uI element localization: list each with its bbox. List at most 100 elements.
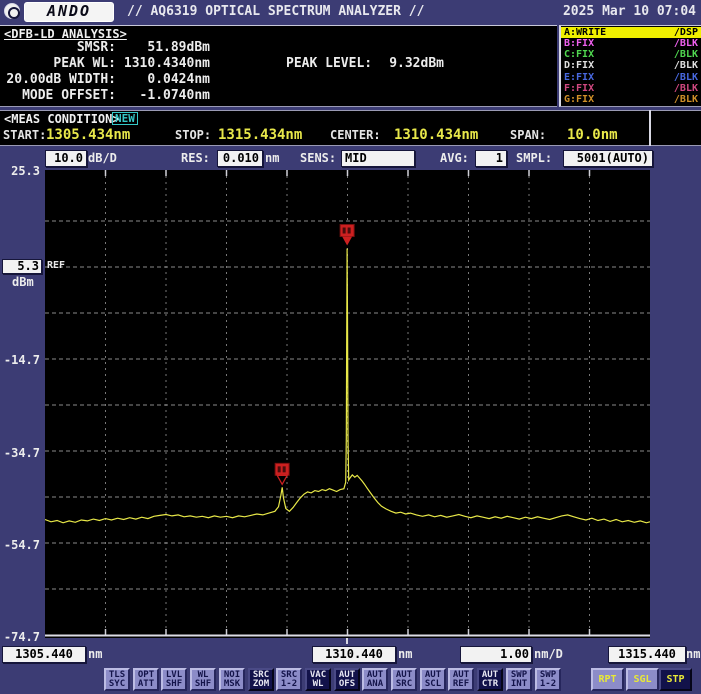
softkey-wl-shf[interactable]: WLSHF <box>190 668 216 691</box>
analysis-row-label: MODE OFFSET: <box>0 88 116 104</box>
meas-field-value: 1310.434nm <box>394 127 478 143</box>
analysis-row-value: 1310.4340nm <box>116 56 210 72</box>
meas-field-value: 10.0nm <box>567 127 618 143</box>
yaxis-top-label: 25.3 <box>0 164 40 178</box>
trace-row-G: G:FIX/BLK <box>561 94 701 105</box>
meas-field-label: START: <box>3 128 46 142</box>
analysis-row-value: 51.89dBm <box>116 40 210 56</box>
yaxis-tick-label: -14.7 <box>0 353 40 367</box>
softkey-label-bottom: SHF <box>163 680 185 689</box>
xaxis-scale-value: 1.00 <box>460 646 532 663</box>
softkey-label-bottom: MSK <box>221 680 243 689</box>
softkey-label-bottom: REF <box>450 680 472 689</box>
trace-row-B: B:FIX/BLK <box>561 38 701 49</box>
softkey-opt-att[interactable]: OPTATT <box>133 668 159 691</box>
avg-value: 1 <box>475 150 507 167</box>
trace-name: E:FIX <box>564 72 594 83</box>
trace-row-C: C:FIX/BLK <box>561 49 701 60</box>
meas-field-label: SPAN: <box>510 128 546 142</box>
trace-mode: /BLK <box>674 94 698 105</box>
analysis-row-label: PEAK WL: <box>0 56 116 72</box>
meas-field-label: STOP: <box>175 128 211 142</box>
softkey-aut-src[interactable]: AUTSRC <box>391 668 417 691</box>
trace-mode: /BLK <box>674 83 698 94</box>
softkey-label-bottom: 1-2 <box>278 680 300 689</box>
softkey-label-bottom: SHF <box>192 680 214 689</box>
trace-mode: /DSP <box>674 27 698 38</box>
meas-divider <box>649 110 651 146</box>
softkey-label-bottom: CTR <box>479 680 501 689</box>
new-badge: NEW <box>112 112 138 125</box>
trace-name: A:WRITE <box>564 27 606 38</box>
analysis-header: <DFB-LD ANALYSIS> <box>4 27 127 41</box>
meas-condition-header: <MEAS CONDITION> <box>4 112 120 126</box>
softkey-label-bottom: INT <box>508 680 530 689</box>
softkey-aut-ofs[interactable]: AUTOFS <box>334 668 360 691</box>
clock: 2025 Mar 10 07:04 <box>563 4 696 19</box>
res-value: 0.010 <box>217 150 263 167</box>
sweep-key-sgl[interactable]: SGL <box>626 668 659 691</box>
smpl-label: SMPL: <box>516 151 552 165</box>
yaxis-unit: dBm <box>12 275 34 289</box>
softkey-swp-int[interactable]: SWPINT <box>506 668 532 691</box>
trace-mode: /BLK <box>674 72 698 83</box>
titlebar: ANDO // AQ6319 OPTICAL SPECTRUM ANALYZER… <box>0 0 701 23</box>
spectrum-trace-a <box>45 249 650 523</box>
analysis-row-value: 0.0424nm <box>116 72 210 88</box>
trace-row-F: F:FIX/BLK <box>561 83 701 94</box>
trace-row-E: E:FIX/BLK <box>561 72 701 83</box>
softkey-vac-wl[interactable]: VACWL <box>305 668 331 691</box>
analysis-row: MODE OFFSET:-1.0740nm <box>0 88 300 104</box>
trace-name: F:FIX <box>564 83 594 94</box>
softkey-aut-ana[interactable]: AUTANA <box>362 668 388 691</box>
ando-emblem-icon <box>4 3 20 19</box>
softkey-noi-msk[interactable]: NOIMSK <box>219 668 245 691</box>
analysis-rows: SMSR:51.89dBmPEAK WL:1310.4340nm20.00dB … <box>0 40 300 104</box>
softkey-src-1-2[interactable]: SRC1-2 <box>276 668 302 691</box>
yaxis-tick-label: -74.7 <box>0 630 40 644</box>
trace-row-D: D:FIX/BLK <box>561 60 701 71</box>
meas-field-label: CENTER: <box>330 128 381 142</box>
softkey-label-bottom: ATT <box>135 680 157 689</box>
page-title: // AQ6319 OPTICAL SPECTRUM ANALYZER // <box>127 4 424 19</box>
xaxis-center-value: 1310.440 <box>312 646 396 663</box>
xaxis-center-unit: nm <box>398 647 412 661</box>
trace-name: D:FIX <box>564 60 594 71</box>
spectrum-plot <box>45 170 650 638</box>
res-label: RES: <box>181 151 210 165</box>
softkey-src-zom[interactable]: SRCZOM <box>248 668 274 691</box>
softkey-aut-scl[interactable]: AUTSCL <box>420 668 446 691</box>
softkey-label-bottom: ZOM <box>250 680 272 689</box>
softkey-aut-ctr[interactable]: AUTCTR <box>477 668 503 691</box>
yaxis-tick-label: -54.7 <box>0 538 40 552</box>
softkey-aut-ref[interactable]: AUTREF <box>448 668 474 691</box>
analysis-row: SMSR:51.89dBm <box>0 40 300 56</box>
analysis-row: 20.00dB WIDTH:0.0424nm <box>0 72 300 88</box>
softkey-label-bottom: ANA <box>364 680 386 689</box>
trace-mode: /BLK <box>674 38 698 49</box>
level-scale-unit: dB/D <box>88 151 117 165</box>
sweep-key-stp[interactable]: STP <box>659 668 692 691</box>
sweep-key-rpt[interactable]: RPT <box>591 668 624 691</box>
brand-logo: ANDO <box>24 2 114 22</box>
analysis-panel: <DFB-LD ANALYSIS> SMSR:51.89dBmPEAK WL:1… <box>0 25 557 107</box>
meas-field-value: 1305.434nm <box>46 127 130 143</box>
softkey-label-bottom: SCL <box>422 680 444 689</box>
analysis-row: PEAK WL:1310.4340nm <box>0 56 300 72</box>
meas-condition-panel: <MEAS CONDITION> NEW START:1305.434nm STO… <box>0 110 701 146</box>
softkey-tls-syc[interactable]: TLSSYC <box>104 668 130 691</box>
center-axis-tick <box>346 638 348 644</box>
softkey-label-bottom: 1-2 <box>537 680 559 689</box>
softkey-swp-1-2[interactable]: SWP1-2 <box>535 668 561 691</box>
trace-name: B:FIX <box>564 38 594 49</box>
peak-level-label: PEAK LEVEL: <box>286 56 372 71</box>
softkey-label-bottom: OFS <box>336 680 358 689</box>
meas-field-value: 1315.434nm <box>218 127 302 143</box>
xaxis-stop-value: 1315.440 <box>608 646 686 663</box>
softkey-lvl-shf[interactable]: LVLSHF <box>161 668 187 691</box>
analysis-row-label: 20.00dB WIDTH: <box>0 72 116 88</box>
yaxis-tick-label: -34.7 <box>0 446 40 460</box>
softkey-label-bottom: WL <box>307 680 329 689</box>
spectrum-chart <box>45 170 650 638</box>
trace-name: C:FIX <box>564 49 594 60</box>
